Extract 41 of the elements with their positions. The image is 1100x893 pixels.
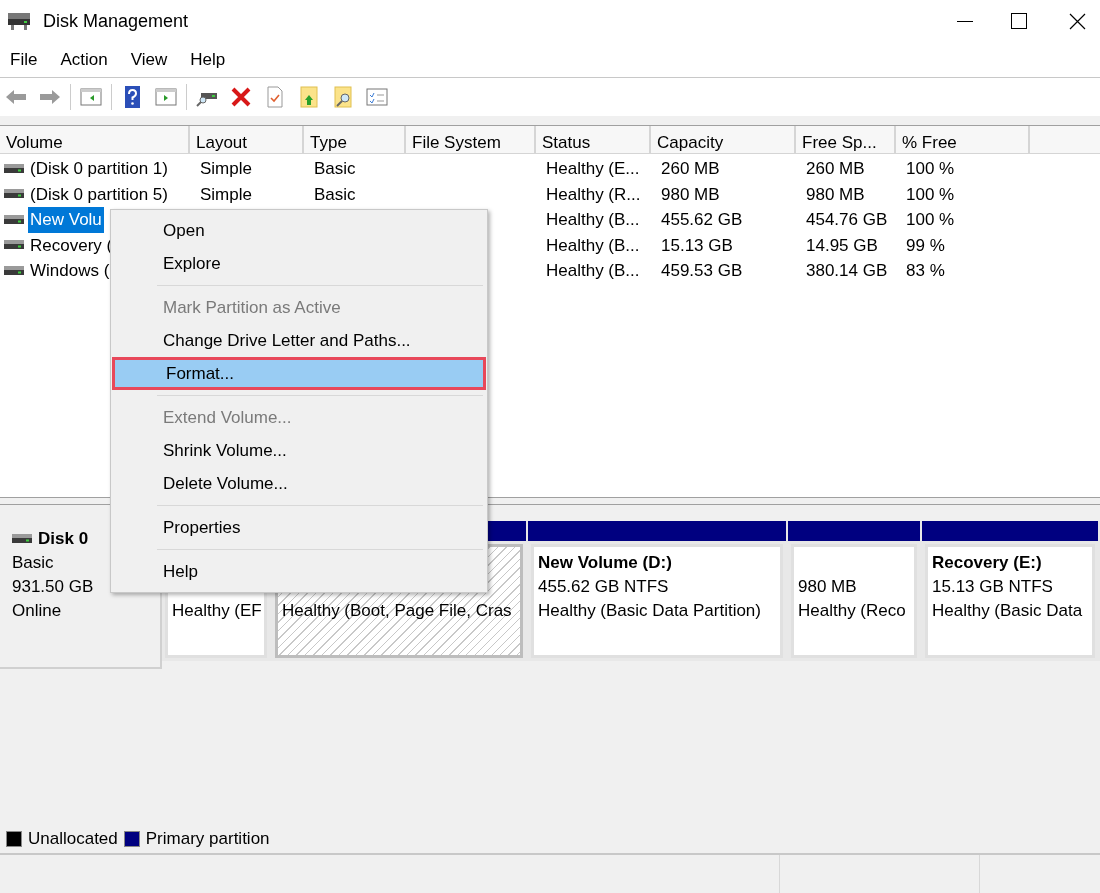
disk-status: Online xyxy=(12,600,63,622)
table-cell-text: Healthy (B... xyxy=(546,234,640,257)
partition-size: 980 MB xyxy=(798,576,858,598)
table-cell-text: Basic xyxy=(314,183,356,206)
partition-status: Healthy (EF xyxy=(172,600,260,622)
legend-label: Primary partition xyxy=(145,828,270,851)
table-cell-text: 454.76 GB xyxy=(806,209,888,231)
table-cell-text: 380.14 GB xyxy=(806,260,888,282)
partition-status: Healthy (Basic Data xyxy=(932,600,1084,622)
partition-title: New Volume (D:) xyxy=(538,552,673,574)
table-cell-text: 100 % xyxy=(906,158,955,180)
disk-type: Basic xyxy=(12,552,55,574)
table-cell-text: Healthy (E... xyxy=(546,158,640,180)
table-cell-text: Healthy (R... xyxy=(546,183,641,206)
table-cell-text: 14.95 GB xyxy=(806,234,878,257)
partition-size: 15.13 GB NTFS xyxy=(932,576,1054,598)
partition-status: Healthy (Reco xyxy=(798,600,907,622)
table-cell-text: 455.62 GB xyxy=(661,209,743,231)
table-cell-text: Basic xyxy=(314,158,356,180)
partition-status: Healthy (Boot, Page File, Cras xyxy=(282,600,513,622)
partition-title: Recovery (E:) xyxy=(932,552,1043,574)
table-cell-text: Healthy (B... xyxy=(546,260,640,282)
table-cell-text: 99 % xyxy=(906,234,945,257)
table-cell-text: 83 % xyxy=(906,260,945,282)
partition-size: 455.62 GB NTFS xyxy=(538,576,670,598)
table-cell-text: 15.13 GB xyxy=(661,234,733,257)
legend-label: Unallocated xyxy=(28,828,118,851)
table-cell-text: Simple xyxy=(200,158,252,180)
table-cell-text: 260 MB xyxy=(806,158,865,180)
table-cell-text: 100 % xyxy=(906,183,955,206)
table-cell-text: 980 MB xyxy=(806,183,865,206)
window-title: Disk Management xyxy=(43,9,189,33)
table-cell-text: Simple xyxy=(200,183,252,206)
disk-name: Disk 0 xyxy=(38,528,89,550)
table-cell-text: 980 MB xyxy=(661,183,720,206)
table-cell-text: 459.53 GB xyxy=(661,260,743,282)
table-cell-text: 260 MB xyxy=(661,158,720,180)
table-cell-text: Healthy (B... xyxy=(546,209,640,231)
disk-size: 931.50 GB xyxy=(12,576,95,598)
table-cell-text: 100 % xyxy=(906,209,955,231)
partition-status: Healthy (Basic Data Partition) xyxy=(538,600,762,622)
